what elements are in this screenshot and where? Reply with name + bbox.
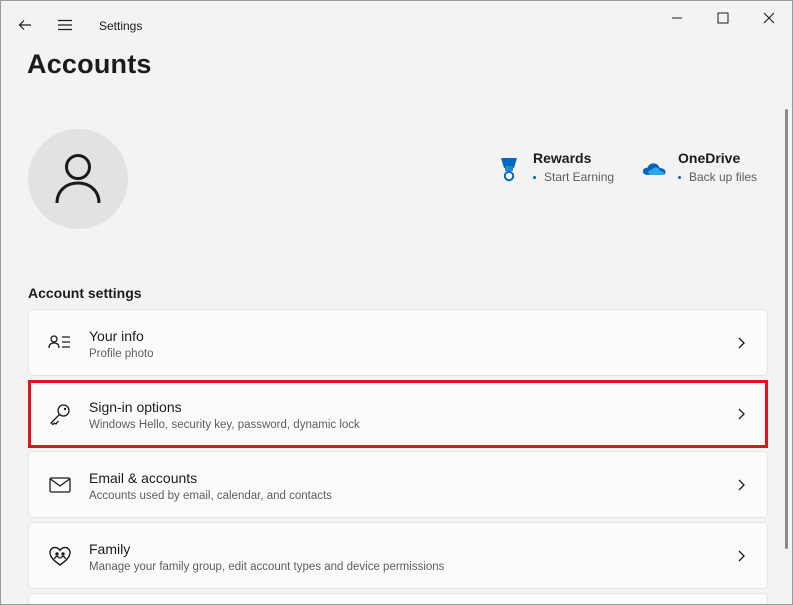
service-status: Back up files: [689, 170, 758, 184]
service-name: OneDrive: [678, 150, 741, 166]
family-heart-icon: [49, 546, 71, 566]
onedrive-cloud-icon: [642, 163, 666, 175]
section-header: Account settings: [28, 285, 142, 301]
settings-item-your-info[interactable]: Your info Profile photo: [28, 309, 768, 376]
settings-item-sign-in-options[interactable]: Sign-in options Windows Hello, security …: [28, 380, 768, 448]
service-name: Rewards: [533, 150, 592, 166]
bullet-dot: [533, 175, 536, 179]
chevron-right-icon: [738, 408, 745, 420]
onedrive-service[interactable]: OneDrive Back up files: [640, 149, 757, 184]
user-silhouette-icon: [55, 154, 101, 204]
menu-button[interactable]: [45, 7, 85, 43]
close-button[interactable]: [746, 1, 792, 35]
page-title: Accounts: [27, 49, 152, 79]
maximize-icon: [717, 12, 729, 24]
mail-icon: [49, 477, 71, 493]
item-subtitle: Windows Hello, security key, password, d…: [89, 419, 360, 431]
chevron-right-icon: [738, 479, 745, 491]
item-subtitle: Profile photo: [89, 348, 154, 360]
item-subtitle: Accounts used by email, calendar, and co…: [89, 490, 332, 502]
minimize-button[interactable]: [654, 1, 700, 35]
maximize-button[interactable]: [700, 1, 746, 35]
settings-window: Settings Accounts Rewards Start Earning …: [0, 0, 793, 605]
item-title: Email & accounts: [89, 470, 198, 486]
back-button[interactable]: [5, 7, 45, 43]
close-icon: [763, 12, 775, 24]
chevron-right-icon: [738, 337, 745, 349]
settings-item-email-accounts[interactable]: Email & accounts Accounts used by email,…: [28, 451, 768, 518]
rewards-medal-icon: [501, 158, 517, 182]
item-title: Sign-in options: [89, 399, 182, 415]
vertical-scrollbar[interactable]: [785, 109, 788, 549]
item-subtitle: Manage your family group, edit account t…: [89, 561, 445, 573]
item-title: Family: [89, 541, 131, 557]
settings-item-partial[interactable]: [28, 593, 768, 604]
hamburger-menu-icon: [58, 19, 72, 31]
bullet-dot: [678, 175, 681, 179]
person-info-icon: [48, 335, 70, 349]
window-title: Settings: [99, 19, 143, 33]
avatar[interactable]: [28, 129, 128, 229]
minimize-icon: [672, 17, 682, 19]
service-status: Start Earning: [544, 170, 615, 184]
settings-item-family[interactable]: Family Manage your family group, edit ac…: [28, 522, 768, 589]
title-bar: Settings: [1, 1, 792, 49]
back-arrow-icon: [18, 20, 31, 30]
item-title: Your info: [89, 328, 144, 344]
key-icon: [50, 404, 70, 426]
rewards-service[interactable]: Rewards Start Earning: [495, 149, 614, 184]
chevron-right-icon: [738, 550, 745, 562]
